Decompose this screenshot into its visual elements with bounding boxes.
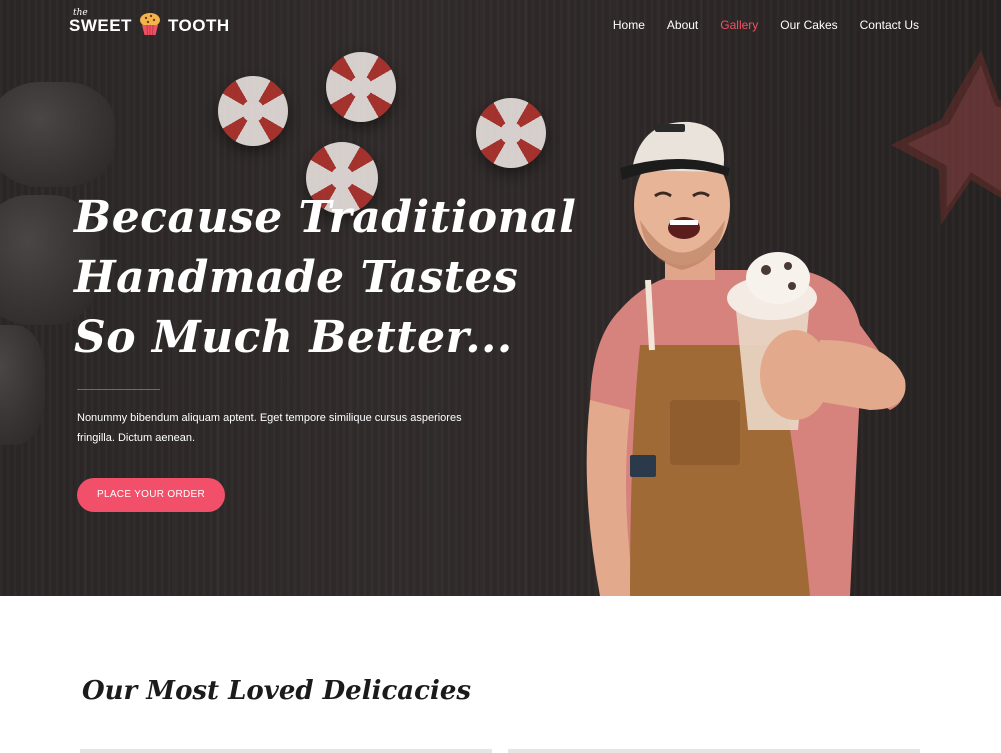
hero-headline: Because Traditional Handmade Tastes So M… bbox=[74, 188, 577, 368]
logo-word-sweet: SWEET bbox=[69, 16, 132, 35]
card-edge bbox=[508, 749, 920, 753]
baker-photo bbox=[586, 121, 906, 596]
headline-divider bbox=[77, 389, 160, 390]
headline-line: Because Traditional bbox=[74, 192, 577, 243]
site-logo[interactable]: the SWEET TOOTH bbox=[69, 8, 230, 36]
headline-line: Handmade Tastes bbox=[74, 252, 519, 303]
peppermint-candy bbox=[476, 98, 546, 168]
main-nav: Home About Gallery Our Cakes Contact Us bbox=[613, 18, 919, 32]
hero-section: the SWEET TOOTH Home About Gallery Our C… bbox=[0, 0, 1001, 596]
peppermint-candy bbox=[218, 76, 288, 146]
cupcake-icon bbox=[139, 13, 160, 36]
hero-description: Nonummy bibendum aliquam aptent. Eget te… bbox=[77, 412, 462, 444]
peppermint-candy bbox=[326, 52, 396, 122]
place-order-button[interactable]: PLACE YOUR ORDER bbox=[77, 478, 225, 512]
section-title: Our Most Loved Delicacies bbox=[82, 676, 472, 706]
nav-gallery[interactable]: Gallery bbox=[720, 18, 758, 32]
headline-line: So Much Better... bbox=[74, 312, 513, 363]
nav-contact-us[interactable]: Contact Us bbox=[860, 18, 919, 32]
nav-our-cakes[interactable]: Our Cakes bbox=[780, 18, 837, 32]
decorative-stone bbox=[0, 82, 115, 187]
logo-prefix: the bbox=[73, 8, 88, 18]
nav-about[interactable]: About bbox=[667, 18, 698, 32]
logo-word-tooth: TOOTH bbox=[167, 16, 230, 35]
nav-home[interactable]: Home bbox=[613, 18, 645, 32]
decorative-stone bbox=[0, 325, 45, 445]
card-edge bbox=[80, 749, 492, 753]
